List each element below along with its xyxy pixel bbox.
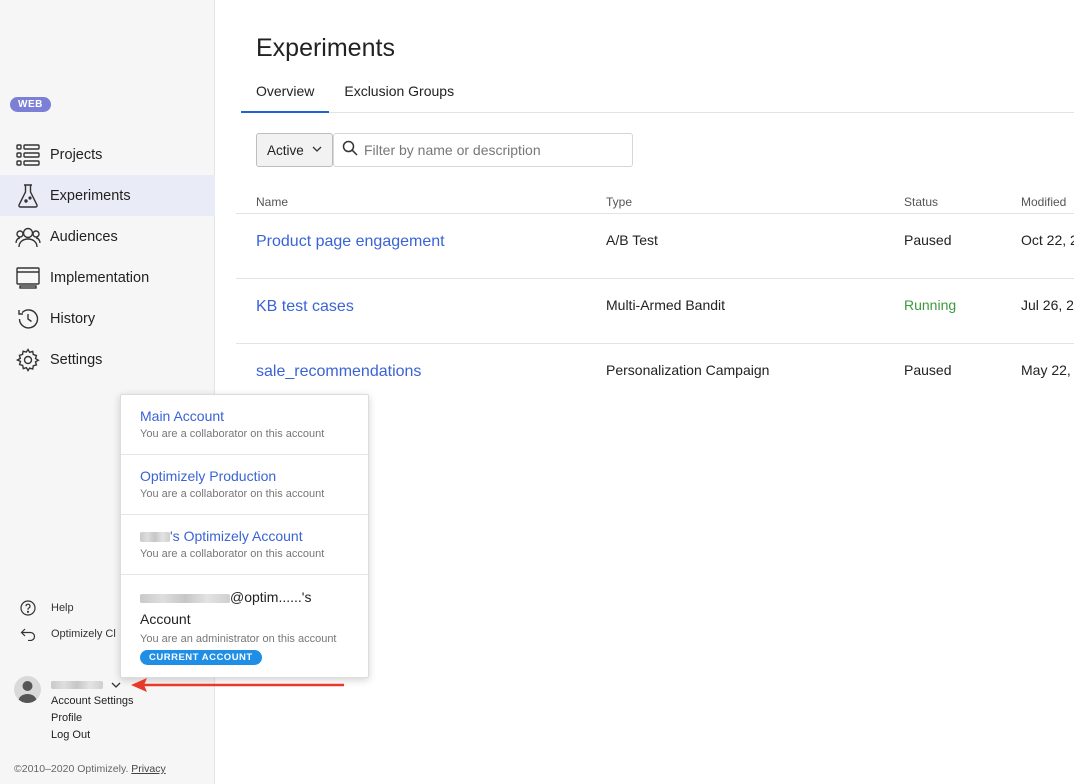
tab-exclusion-groups[interactable]: Exclusion Groups [329,80,469,113]
status-filter-select[interactable]: Active [256,133,333,167]
sidebar-item-implementation[interactable]: Implementation [0,257,215,298]
search-box [333,133,633,167]
column-header-type[interactable]: Type [606,195,632,209]
optimizely-classic-link[interactable]: Optimizely Cl [19,625,116,643]
account-name-line2: Account [140,611,191,627]
account-switcher-dropdown: Main Account You are a collaborator on t… [120,394,369,678]
sidebar-item-label: Projects [50,146,103,163]
redacted-username [51,681,103,689]
account-role: You are an administrator on this account [140,633,337,645]
status-filter-value: Active [267,142,304,158]
return-icon [19,625,37,643]
experiment-name-link[interactable]: KB test cases [256,298,354,316]
table-row[interactable]: KB test cases Multi-Armed Bandit Running… [236,279,1074,344]
account-settings-link[interactable]: Account Settings [51,693,134,710]
redacted-name [140,532,170,543]
sidebar-item-audiences[interactable]: Audiences [0,216,215,257]
history-icon [15,306,41,332]
sidebar-item-settings[interactable]: Settings [0,339,215,380]
user-menu: Account Settings Profile Log Out [51,693,134,744]
chevron-down-icon [311,143,323,158]
sidebar-item-label: Experiments [50,187,131,204]
page-title: Experiments [256,34,395,62]
projects-icon [15,142,41,168]
classic-label: Optimizely Cl [51,628,116,640]
avatar [14,676,41,703]
app: WEB Projects Experiments Audiences Imple… [0,0,1074,784]
sidebar-item-label: History [50,310,96,327]
account-name: Optimizely Production [140,468,277,484]
experiment-modified: May 22, [1021,362,1071,378]
account-option-personal[interactable]: 's Optimizely Account You are a collabor… [121,515,368,575]
redacted-email [140,593,230,603]
account-role: You are a collaborator on this account [140,548,325,560]
experiment-name-link[interactable]: Product page engagement [256,233,445,251]
implementation-icon [15,265,41,291]
experiment-modified: Jul 26, 2 [1021,297,1074,313]
column-header-name[interactable]: Name [256,195,288,209]
experiment-name-link[interactable]: sale_recommendations [256,363,421,381]
account-name: Main Account [140,408,225,424]
gear-icon [15,347,41,373]
help-label: Help [51,602,74,614]
sidebar-item-history[interactable]: History [0,298,215,339]
help-icon [19,599,37,617]
experiment-type: Personalization Campaign [606,362,770,378]
experiment-type: A/B Test [606,232,658,248]
sidebar-item-experiments[interactable]: Experiments [0,175,215,216]
experiment-status: Paused [904,362,952,378]
copyright-text: ©2010–2020 Optimizely. [14,763,129,775]
flask-icon [15,183,41,209]
account-option-production[interactable]: Optimizely Production You are a collabor… [121,455,368,515]
account-name: 's Optimizely Account [170,528,303,544]
experiment-status: Paused [904,232,952,248]
help-link[interactable]: Help [19,599,74,617]
search-input[interactable] [364,142,624,158]
experiment-type: Multi-Armed Bandit [606,297,726,313]
sidebar-item-projects[interactable]: Projects [0,134,215,175]
column-header-modified[interactable]: Modified [1021,195,1066,209]
experiment-status: Running [904,297,957,313]
red-arrow-annotation [131,678,344,692]
tab-overview[interactable]: Overview [241,80,330,113]
privacy-link[interactable]: Privacy [131,763,165,775]
account-option-main[interactable]: Main Account You are a collaborator on t… [121,395,368,455]
audiences-icon [15,224,41,250]
tab-bar: Overview Exclusion Groups [241,80,1074,113]
search-icon [342,140,358,161]
account-name-row: 's Optimizely Account [140,527,368,545]
web-badge: WEB [10,97,51,112]
sidebar-item-label: Implementation [50,269,150,286]
footer: ©2010–2020 Optimizely. Privacy [14,763,166,775]
profile-link[interactable]: Profile [51,710,134,727]
account-name: @optim......'s [230,589,312,605]
experiment-modified: Oct 22, 2 [1021,232,1074,248]
account-role: You are a collaborator on this account [140,428,325,440]
sidebar-nav: Projects Experiments Audiences Implement… [0,134,215,380]
sidebar-item-label: Settings [50,351,103,368]
current-account-badge: CURRENT ACCOUNT [140,650,262,665]
log-out-link[interactable]: Log Out [51,727,134,744]
column-header-status[interactable]: Status [904,195,938,209]
table-row[interactable]: Product page engagement A/B Test Paused … [236,214,1074,279]
sidebar-item-label: Audiences [50,228,118,245]
account-role: You are a collaborator on this account [140,488,325,500]
account-name-row: @optim......'s [140,586,368,608]
account-option-current[interactable]: @optim......'s Account You are an admini… [121,575,368,677]
